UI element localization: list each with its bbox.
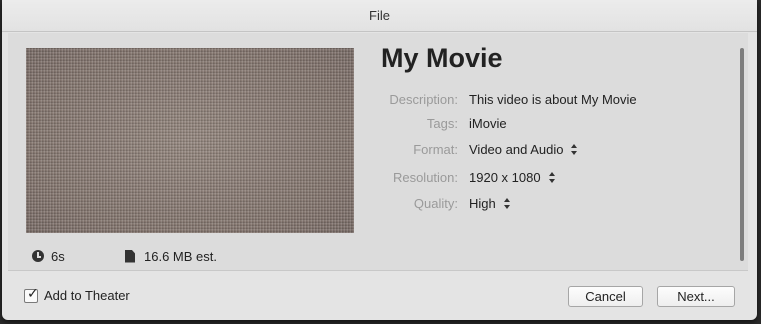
add-to-theater-checkbox[interactable]: ✓ Add to Theater <box>24 285 130 303</box>
clock-icon <box>32 250 44 262</box>
cancel-button[interactable]: Cancel <box>568 286 643 307</box>
resolution-value: 1920 x 1080 <box>469 170 541 185</box>
format-popup[interactable]: Video and Audio <box>469 142 578 157</box>
checkbox-box[interactable]: ✓ <box>24 285 39 303</box>
duration-info: 6s <box>32 248 65 264</box>
next-button[interactable]: Next... <box>657 286 735 307</box>
tags-label: Tags: <box>426 116 458 131</box>
dialog-content: 6s 16.6 MB est. My Movie Description: Th… <box>8 33 748 271</box>
resolution-popup[interactable]: 1920 x 1080 <box>469 170 556 185</box>
up-down-arrows-icon <box>548 172 556 183</box>
checkmark-icon: ✓ <box>27 285 39 302</box>
format-label: Format: <box>413 142 458 157</box>
tags-field: Tags: iMovie <box>8 116 748 134</box>
description-value[interactable]: This video is about My Movie <box>469 92 637 107</box>
description-label: Description: <box>389 92 458 107</box>
vertical-scrollbar[interactable] <box>740 48 744 261</box>
window-title: File <box>369 8 390 23</box>
resolution-label: Resolution: <box>392 170 458 185</box>
movie-title[interactable]: My Movie <box>381 43 503 74</box>
size-info: 16.6 MB est. <box>125 248 217 264</box>
add-to-theater-label: Add to Theater <box>44 288 130 303</box>
format-field: Format: Video and Audio <box>8 142 748 160</box>
title-bar: File <box>2 0 757 32</box>
quality-label: Quality: <box>413 196 458 211</box>
up-down-arrows-icon <box>571 144 578 155</box>
quality-value: High <box>469 196 496 211</box>
description-field: Description: This video is about My Movi… <box>8 92 748 110</box>
duration-value: 6s <box>51 248 65 264</box>
up-down-arrows-icon <box>503 198 511 209</box>
quality-field: Quality: High <box>8 196 748 214</box>
resolution-field: Resolution: 1920 x 1080 <box>8 170 748 188</box>
quality-popup[interactable]: High <box>469 196 511 211</box>
tags-value[interactable]: iMovie <box>469 116 507 131</box>
format-value: Video and Audio <box>469 142 564 157</box>
size-value: 16.6 MB est. <box>144 248 217 264</box>
document-icon <box>125 249 135 263</box>
share-file-dialog: File 6s 16.6 MB est. My Movie Descriptio… <box>2 0 757 320</box>
